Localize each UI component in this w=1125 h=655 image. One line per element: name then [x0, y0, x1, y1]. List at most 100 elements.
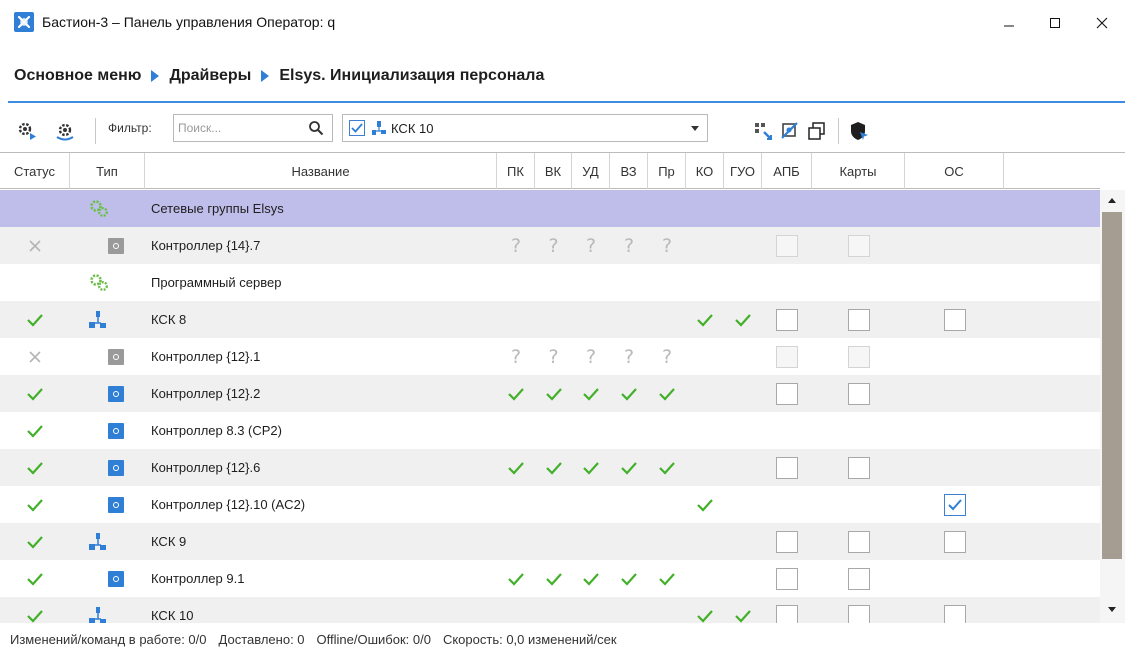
table-row[interactable]: КСК 9 [0, 523, 1100, 560]
cell-apb[interactable] [762, 301, 812, 338]
cell-cards[interactable] [812, 301, 905, 338]
search-box[interactable] [173, 114, 333, 142]
sync-icon[interactable] [779, 120, 801, 142]
checkbox[interactable] [943, 308, 966, 331]
checkbox[interactable] [847, 530, 870, 553]
column-header-type[interactable]: Тип [70, 153, 145, 189]
checkbox[interactable] [847, 456, 870, 479]
shield-icon[interactable] [848, 120, 870, 142]
column-header-vz[interactable]: ВЗ [610, 153, 648, 189]
cell-os[interactable] [905, 523, 1004, 560]
breadcrumb-main-menu[interactable]: Основное меню [14, 67, 141, 85]
cell-os [905, 412, 1004, 449]
checkbox[interactable] [776, 308, 798, 331]
cell-cards[interactable] [812, 597, 905, 623]
checkbox[interactable] [776, 604, 798, 623]
table-row[interactable]: Контроллер {12}.2 [0, 375, 1100, 412]
table-row[interactable]: Контроллер 8.3 (CP2) [0, 412, 1100, 449]
cell-ko [686, 301, 724, 338]
cell-ko [686, 560, 724, 597]
type-cell [70, 338, 145, 375]
copy-window-icon[interactable] [806, 120, 828, 142]
cell-apb[interactable] [762, 523, 812, 560]
grid-body: Сетевые группы Elsys Контроллер {14}.7???… [0, 190, 1100, 623]
column-header-ko[interactable]: КО [686, 153, 724, 189]
cell-apb [762, 338, 812, 375]
close-button[interactable] [1079, 0, 1125, 46]
checkbox[interactable] [776, 530, 798, 553]
table-row[interactable]: Контроллер {12}.10 (AC2) [0, 486, 1100, 523]
table-row[interactable]: Контроллер 9.1 [0, 560, 1100, 597]
vertical-scrollbar[interactable] [1100, 190, 1125, 623]
breadcrumb-drivers[interactable]: Драйверы [169, 67, 251, 85]
cell-cards [812, 190, 905, 227]
scroll-down-icon[interactable] [1108, 607, 1116, 612]
table-row[interactable]: Контроллер {12}.6 [0, 449, 1100, 486]
status-cell [0, 560, 70, 597]
checkbox[interactable] [776, 456, 798, 479]
scroll-thumb[interactable] [1102, 212, 1122, 559]
cell-ud [572, 190, 610, 227]
status-ok-icon [27, 572, 43, 586]
checkbox[interactable] [943, 604, 966, 623]
checkbox-checked[interactable] [943, 493, 966, 516]
device-select-checkbox[interactable] [349, 120, 365, 136]
status-cell [0, 486, 70, 523]
checkbox[interactable] [847, 382, 870, 405]
checkbox[interactable] [776, 382, 798, 405]
status-ok-icon [27, 498, 43, 512]
tree-expand-icon[interactable] [752, 120, 774, 142]
column-header-guo[interactable]: ГУО [724, 153, 762, 189]
cell-os[interactable] [905, 597, 1004, 623]
table-row[interactable]: КСК 8 [0, 301, 1100, 338]
column-header-ud[interactable]: УД [572, 153, 610, 189]
column-header-os[interactable]: ОС [905, 153, 1004, 189]
column-header-status[interactable]: Статус [0, 153, 70, 189]
table-row[interactable]: Контроллер {14}.7????? [0, 227, 1100, 264]
checkbox[interactable] [943, 530, 966, 553]
unknown-value: ? [661, 345, 673, 368]
cell-apb[interactable] [762, 449, 812, 486]
row-name: Контроллер {12}.6 [151, 460, 261, 475]
table-row[interactable]: КСК 10 [0, 597, 1100, 623]
column-header-vk[interactable]: ВК [535, 153, 572, 189]
gears-refresh-icon[interactable] [54, 120, 76, 142]
gears-play-icon[interactable] [16, 120, 38, 142]
table-row[interactable]: Контроллер {12}.1????? [0, 338, 1100, 375]
cell-apb[interactable] [762, 375, 812, 412]
minimize-button[interactable] [986, 0, 1032, 46]
cell-os[interactable] [905, 486, 1004, 523]
checkbox-disabled [847, 345, 870, 368]
checkbox[interactable] [847, 308, 870, 331]
cell-cards[interactable] [812, 375, 905, 412]
cell-cards[interactable] [812, 449, 905, 486]
column-header-pr[interactable]: Пр [648, 153, 686, 189]
table-row[interactable]: Сетевые группы Elsys [0, 190, 1100, 227]
column-header-pk[interactable]: ПК [497, 153, 535, 189]
cell-cards [812, 486, 905, 523]
checkbox[interactable] [847, 604, 870, 623]
column-header-name[interactable]: Название [145, 153, 497, 189]
cell-ko [686, 190, 724, 227]
column-header-cards[interactable]: Карты [812, 153, 905, 189]
maximize-button[interactable] [1032, 0, 1078, 46]
search-input[interactable] [178, 120, 298, 136]
cell-apb[interactable] [762, 560, 812, 597]
cell-os[interactable] [905, 301, 1004, 338]
chevron-down-icon[interactable] [691, 126, 699, 131]
search-icon[interactable] [308, 120, 324, 136]
cell-pr [648, 523, 686, 560]
cell-ud [572, 560, 610, 597]
scroll-up-icon[interactable] [1108, 198, 1116, 203]
column-header-apb[interactable]: АПБ [762, 153, 812, 189]
checkbox[interactable] [847, 567, 870, 590]
cell-cards[interactable] [812, 560, 905, 597]
checkbox[interactable] [776, 567, 798, 590]
cell-vz [610, 523, 648, 560]
table-row[interactable]: Программный сервер [0, 264, 1100, 301]
status-cell [0, 227, 70, 264]
device-select[interactable]: КСК 10 [342, 114, 708, 142]
cell-cards[interactable] [812, 523, 905, 560]
cell-apb[interactable] [762, 597, 812, 623]
type-cell [70, 597, 145, 623]
